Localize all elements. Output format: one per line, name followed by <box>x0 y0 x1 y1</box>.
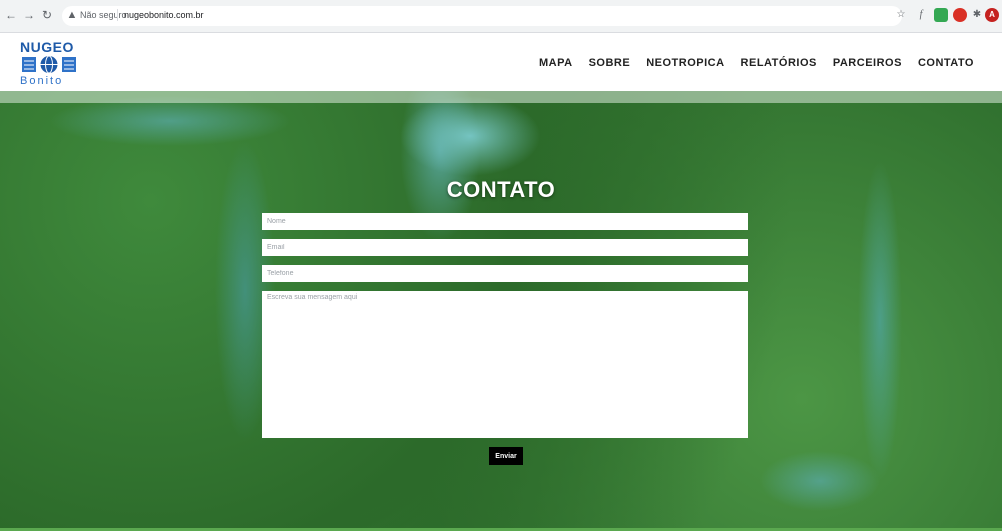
nav-item-sobre[interactable]: SOBRE <box>589 57 631 69</box>
address-separator <box>117 9 118 21</box>
security-status[interactable]: Não seguro <box>80 10 127 20</box>
hero-top-band <box>0 91 1002 103</box>
logo-globe-icon <box>22 56 76 73</box>
nav-item-mapa[interactable]: MAPA <box>539 57 573 69</box>
profile-avatar[interactable]: A <box>985 8 999 22</box>
warning-icon[interactable]: ▲ <box>66 9 78 21</box>
nav-item-parceiros[interactable]: PARCEIROS <box>833 57 902 69</box>
phone-field[interactable] <box>262 265 748 282</box>
main-nav: MAPA SOBRE NEOTROPICA RELATÓRIOS PARCEIR… <box>539 57 974 69</box>
forest-hero-background: CONTATO Enviar <box>0 91 1002 531</box>
forward-arrow-icon[interactable]: → <box>22 8 36 22</box>
name-field[interactable] <box>262 213 748 230</box>
font-extension-icon[interactable]: f <box>914 8 928 22</box>
browser-toolbar: ← → ↻ ▲ Não seguro nugeobonito.com.br ☆ … <box>0 0 1002 33</box>
logo-bonito-text: Bonito <box>20 75 64 87</box>
drive-extension-icon[interactable] <box>934 8 948 22</box>
nav-item-relatorios[interactable]: RELATÓRIOS <box>741 57 817 69</box>
reload-icon[interactable]: ↻ <box>40 8 54 22</box>
bookmark-star-icon[interactable]: ☆ <box>894 8 908 22</box>
url-text[interactable]: nugeobonito.com.br <box>124 10 204 20</box>
back-arrow-icon[interactable]: ← <box>4 8 18 22</box>
nav-item-contato[interactable]: CONTATO <box>918 57 974 69</box>
send-button[interactable]: Enviar <box>489 447 523 465</box>
email-field[interactable] <box>262 239 748 256</box>
adblock-extension-icon[interactable] <box>953 8 967 22</box>
page-title: CONTATO <box>446 177 556 202</box>
puzzle-extension-icon[interactable]: ✱ <box>970 8 984 22</box>
message-field[interactable] <box>262 291 748 438</box>
site-header: NUGEO Bonito MAPA SOBRE NEOTROPICA RELAT… <box>0 33 1002 91</box>
nav-item-neotropica[interactable]: NEOTROPICA <box>646 57 724 69</box>
nugeo-logo[interactable]: NUGEO Bonito <box>20 39 80 89</box>
logo-nugeo-text: NUGEO <box>20 39 74 55</box>
